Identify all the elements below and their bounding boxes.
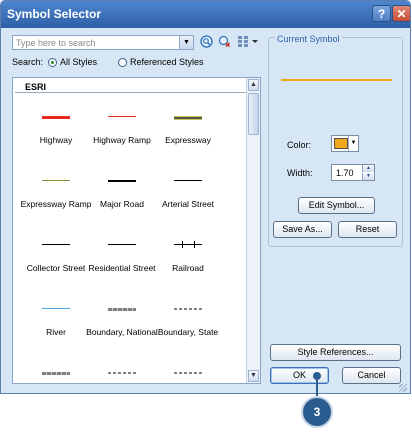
callout-line: [316, 376, 318, 398]
symbol-line-1[interactable]: [108, 116, 136, 117]
symbol-line-4[interactable]: [108, 180, 136, 182]
view-options-icon[interactable]: [237, 35, 259, 49]
cancel-button[interactable]: Cancel: [342, 367, 401, 384]
color-swatch[interactable]: [334, 138, 348, 149]
symbol-label[interactable]: Expressway: [152, 135, 224, 146]
symbol-line-12[interactable]: [42, 372, 70, 375]
symbol-line-14[interactable]: [174, 372, 202, 374]
railroad-tick: [194, 241, 195, 248]
search-label: Search:: [12, 57, 44, 67]
symbol-label[interactable]: Railroad: [152, 263, 224, 274]
symbol-label[interactable]: Highway Ramp: [86, 135, 158, 146]
symbol-line-11[interactable]: [174, 308, 202, 310]
symbol-line-3[interactable]: [42, 180, 70, 181]
color-label: Color:: [287, 140, 312, 150]
symbol-label[interactable]: Collector Street: [20, 263, 92, 274]
vertical-scrollbar[interactable]: ▲ ▼: [246, 78, 260, 383]
symbol-label[interactable]: Residential Street: [86, 263, 158, 274]
group-separator: [15, 92, 246, 93]
symbol-label[interactable]: Boundary, State: [152, 327, 224, 338]
decrease-icon[interactable]: ▼: [362, 173, 374, 180]
symbol-label[interactable]: Arterial Street: [152, 199, 224, 210]
railroad-tick: [182, 241, 183, 248]
symbol-label[interactable]: River: [20, 327, 92, 338]
scroll-up-icon[interactable]: ▲: [248, 79, 259, 91]
scroll-thumb[interactable]: [248, 93, 259, 135]
style-group-header: ESRI: [25, 82, 47, 92]
radio-all-styles-label[interactable]: All Styles: [60, 57, 97, 67]
symbol-label[interactable]: Major Road: [86, 199, 158, 210]
symbol-label[interactable]: Expressway Ramp: [20, 199, 92, 210]
scroll-down-icon[interactable]: ▼: [248, 370, 259, 382]
step-callout: 3: [301, 396, 333, 428]
symbol-label[interactable]: Highway: [20, 135, 92, 146]
title-bar: Symbol Selector ? ✕: [1, 1, 410, 28]
window-title: Symbol Selector: [7, 7, 102, 21]
increase-icon[interactable]: ▲: [362, 165, 374, 172]
symbol-list: ESRI Highway Highway Ramp Expressway Expres…: [12, 77, 261, 384]
symbol-label[interactable]: Boundary, National: [86, 327, 158, 338]
width-stepper[interactable]: 1.70 ▲ ▼: [331, 164, 375, 181]
radio-referenced-styles[interactable]: [118, 58, 127, 67]
resize-grip-icon[interactable]: [399, 384, 407, 392]
radio-all-styles[interactable]: [48, 58, 57, 67]
width-value[interactable]: 1.70: [336, 168, 354, 178]
clear-search-icon[interactable]: [217, 35, 231, 49]
search-placeholder: Type here to search: [16, 38, 96, 48]
edit-symbol-button[interactable]: Edit Symbol...: [298, 197, 375, 214]
current-symbol-preview: [281, 79, 392, 81]
style-references-button[interactable]: Style References...: [270, 344, 401, 361]
color-dropdown-icon[interactable]: ▼: [348, 136, 358, 151]
width-label: Width:: [287, 168, 313, 178]
radio-referenced-styles-label[interactable]: Referenced Styles: [130, 57, 204, 67]
symbol-line-0[interactable]: [42, 116, 70, 119]
symbol-line-7[interactable]: [108, 244, 136, 245]
symbol-line-5[interactable]: [174, 180, 202, 181]
dropdown-arrow-icon[interactable]: ▼: [179, 36, 193, 49]
reset-button[interactable]: Reset: [338, 221, 397, 238]
search-input[interactable]: Type here to search ▼: [12, 35, 194, 50]
symbol-line-10[interactable]: [108, 308, 136, 311]
symbol-selector-dialog: Symbol Selector ? ✕ Type here to search …: [0, 0, 411, 394]
search-icon[interactable]: [199, 35, 213, 49]
symbol-line-9[interactable]: [42, 308, 70, 309]
symbol-line-13[interactable]: [108, 372, 136, 374]
save-as-button[interactable]: Save As...: [273, 221, 332, 238]
symbol-line-2[interactable]: [174, 116, 202, 120]
close-button[interactable]: ✕: [392, 5, 410, 22]
current-symbol-label: Current Symbol: [275, 34, 342, 44]
symbol-line-6[interactable]: [42, 244, 70, 245]
symbol-line-8[interactable]: [174, 244, 202, 245]
help-button[interactable]: ?: [372, 5, 391, 22]
color-picker[interactable]: ▼: [331, 135, 359, 152]
